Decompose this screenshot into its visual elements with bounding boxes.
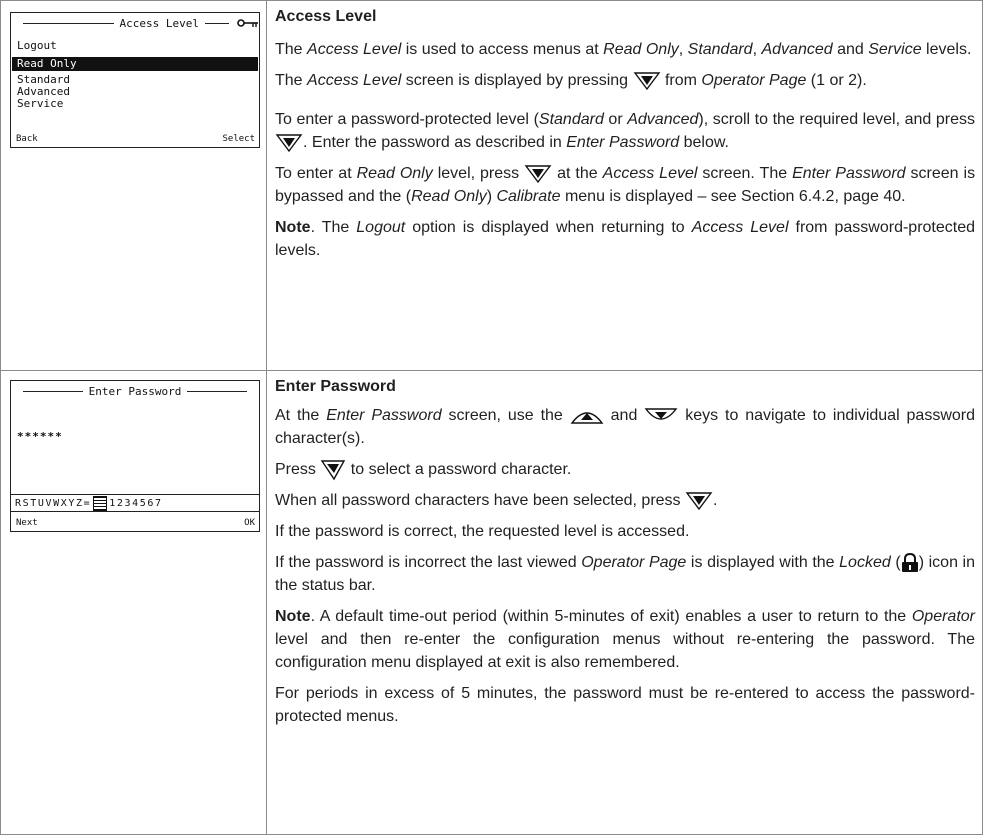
screen-title-bar: Enter Password — [11, 383, 259, 399]
paragraph: Press to select a password character. — [275, 458, 975, 481]
table-top-rule — [0, 0, 983, 1]
table-bottom-rule — [0, 834, 983, 835]
key-icon — [237, 19, 258, 27]
screen-title: Enter Password — [88, 384, 182, 398]
paragraph: To enter at Read Only level, press at th… — [275, 165, 976, 205]
back-softkey[interactable]: Back — [16, 134, 38, 144]
next-softkey[interactable]: Next — [16, 518, 38, 528]
paragraph: If the password is correct, the requeste… — [275, 523, 690, 540]
note-paragraph: Note. A default time-out period (within … — [275, 608, 975, 671]
paragraph: At the Enter Password screen, use the an… — [275, 407, 976, 447]
right-key-icon — [685, 492, 713, 510]
table-middle-rule — [0, 370, 983, 371]
select-key-icon — [321, 460, 346, 481]
paragraph: The Access Level is used to access menus… — [275, 41, 972, 58]
screen-title-bar: Access Level — [11, 15, 259, 31]
menu-item-service[interactable]: Service — [17, 98, 63, 110]
enter-password-screen: Enter Password ****** RSTUVWXYZ= 1234567 … — [10, 380, 260, 532]
enter-password-heading: Enter Password — [275, 378, 396, 395]
enter-password-description: Enter Password At the Enter Password scr… — [275, 378, 975, 736]
access-level-description: Access Level The Access Level is used to… — [275, 8, 975, 270]
character-list-left: RSTUVWXYZ= — [15, 497, 92, 509]
locked-icon — [901, 552, 918, 572]
right-key-icon — [524, 165, 552, 183]
right-key-icon — [633, 72, 660, 90]
paragraph: To enter a password-protected level (Sta… — [275, 111, 976, 152]
down-key-icon — [644, 408, 678, 420]
character-selector[interactable]: RSTUVWXYZ= 1234567 — [11, 494, 259, 512]
paragraph: If the password is incorrect the last vi… — [275, 552, 976, 594]
document-page: Access Level Logout Read Only Standard A… — [0, 0, 983, 836]
masked-password: ****** — [17, 430, 63, 443]
paragraph: The Access Level screen is displayed by … — [275, 72, 867, 90]
menu-item-logout[interactable]: Logout — [17, 40, 57, 52]
access-level-heading: Access Level — [275, 8, 377, 25]
select-softkey[interactable]: Select — [222, 134, 255, 144]
character-list-right: 1234567 — [109, 497, 163, 509]
paragraph: When all password characters have been s… — [275, 492, 718, 510]
menu-item-read-only[interactable]: Read Only — [12, 57, 258, 71]
table-column-divider — [266, 0, 267, 835]
screen-title: Access Level — [119, 16, 199, 30]
paragraph: For periods in excess of 5 minutes, the … — [275, 685, 975, 725]
note-paragraph: Note. The Logout option is displayed whe… — [275, 219, 976, 259]
table-left-border — [0, 0, 1, 835]
character-cursor — [93, 495, 108, 511]
right-key-icon — [275, 134, 303, 152]
up-key-icon — [570, 412, 604, 424]
ok-softkey[interactable]: OK — [244, 518, 255, 528]
access-level-screen: Access Level Logout Read Only Standard A… — [10, 12, 260, 148]
